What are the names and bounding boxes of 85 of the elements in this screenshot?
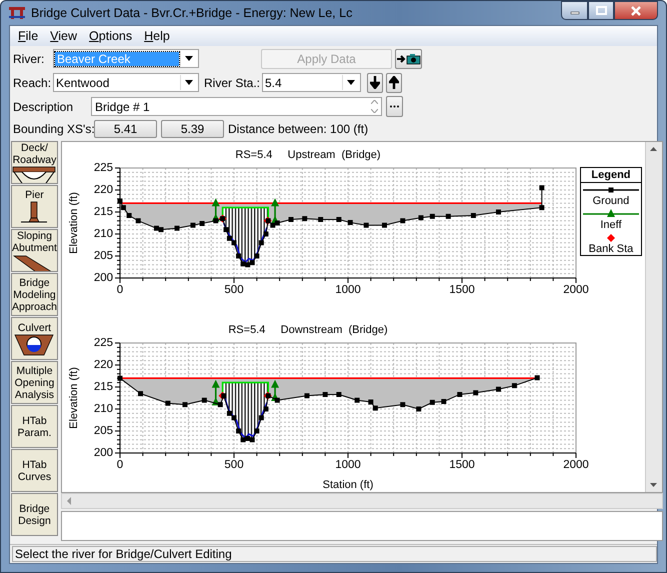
legend-label: Ground <box>592 195 630 207</box>
tick-label: 210 <box>94 403 113 415</box>
chart-title: RS=5.4 Upstream (Bridge) <box>235 149 381 161</box>
app-icon <box>9 6 25 20</box>
editor-button[interactable]: HTab Param. <box>11 405 58 448</box>
down-arrow-button[interactable] <box>367 72 383 92</box>
legend-label: Bank Sta <box>588 243 634 255</box>
description-field[interactable]: Bridge # 1 <box>91 97 382 116</box>
minimize-button[interactable] <box>561 1 588 20</box>
tick-label: 1000 <box>335 284 361 296</box>
legend-title: Legend <box>580 168 641 183</box>
y-axis-label: Elevation (ft) <box>68 192 80 254</box>
dropdown-field[interactable]: Kentwood <box>53 73 199 92</box>
tick-label: 200 <box>94 272 113 284</box>
dropdown-arrow-icon <box>185 80 193 85</box>
tick-label: 500 <box>224 284 244 296</box>
tick-label: 225 <box>94 162 113 174</box>
horizontal-scrollbar[interactable] <box>60 493 663 509</box>
up-arrow-icon <box>389 76 399 89</box>
tick-label: 200 <box>94 447 113 459</box>
down-arrow-icon <box>370 76 380 89</box>
editor-button[interactable]: Bridge Modeling Approach <box>11 273 58 316</box>
tick-label: 225 <box>94 337 113 349</box>
status-text: Select the river for Bridge/Culvert Editing <box>12 546 657 562</box>
field-label: Reach: <box>13 76 52 90</box>
tick-label: 220 <box>94 184 113 196</box>
tick-label: 2000 <box>563 284 589 296</box>
editor-button[interactable]: Bridge Design <box>11 493 58 536</box>
field-label: River Sta.: <box>204 76 262 90</box>
notes-field[interactable] <box>60 511 663 541</box>
x-axis-label: Station (ft) <box>322 479 374 491</box>
up-arrow-button[interactable] <box>386 72 402 92</box>
menu-item[interactable]: Options <box>83 28 138 44</box>
cross-section-button[interactable]: 5.39 <box>161 120 224 138</box>
legend-label: Ineff <box>600 219 622 231</box>
close-icon <box>630 6 642 16</box>
legend-symbol-icon <box>606 233 616 243</box>
vertical-scrollbar[interactable] <box>644 142 662 492</box>
y-axis-label: Elevation (ft) <box>68 367 80 429</box>
tick-label: 0 <box>116 284 124 296</box>
spin-down-icon[interactable] <box>370 108 378 113</box>
pier-icon <box>19 200 50 224</box>
spin-up-icon[interactable] <box>370 100 378 104</box>
tick-label: 220 <box>94 359 113 371</box>
tick-label: 215 <box>94 206 113 218</box>
tick-label: 215 <box>94 381 113 393</box>
more-button[interactable] <box>386 96 403 117</box>
tick-label: 210 <box>94 228 113 240</box>
editor-button[interactable]: Pier <box>11 185 58 228</box>
dropdown-field[interactable]: 5.4 <box>262 73 361 92</box>
field-label: Description <box>13 100 74 114</box>
legend-symbol-icon <box>582 185 639 195</box>
arrow-camera-icon <box>396 52 420 64</box>
tick-label: 205 <box>94 250 113 262</box>
dropdown-arrow-icon <box>185 56 193 61</box>
field-label: Bounding XS's: <box>13 122 94 136</box>
field-label: River: <box>13 52 46 66</box>
tick-label: 1500 <box>449 284 475 296</box>
tick-label: 2000 <box>563 459 589 472</box>
dropdown-arrow-icon <box>347 80 355 85</box>
maximize-button[interactable] <box>588 1 614 20</box>
tick-label: 1000 <box>335 459 361 472</box>
editor-button[interactable]: Multiple Opening Analysis <box>11 361 58 404</box>
menu-item[interactable]: Help <box>138 28 176 44</box>
editor-button[interactable]: Culvert <box>11 317 58 360</box>
chart-title: RS=5.4 Downstream (Bridge) <box>228 324 388 336</box>
culvert-icon <box>14 334 54 356</box>
cross-section-button[interactable]: 5.41 <box>94 120 157 138</box>
editor-button[interactable]: Sloping Abutment <box>11 229 58 272</box>
distance-text: Distance between: 100 (ft) <box>228 122 368 136</box>
menu-item[interactable]: View <box>44 28 84 44</box>
tick-label: 500 <box>224 459 244 472</box>
editor-button[interactable]: HTab Curves <box>11 449 58 492</box>
tick-label: 205 <box>94 425 113 437</box>
maximize-icon <box>596 6 606 15</box>
tick-label: 1500 <box>449 459 475 472</box>
editor-button[interactable]: Deck/ Roadway <box>11 141 58 184</box>
menu-item[interactable]: File <box>12 28 44 44</box>
window-title: Bridge Culvert Data - Bvr.Cr.+Bridge - Energy: New Le, Lc <box>31 6 354 20</box>
ellipsis-icon <box>390 105 399 108</box>
close-button[interactable] <box>614 1 658 20</box>
legend-symbol-icon <box>582 209 639 219</box>
tick-label: 0 <box>116 459 124 472</box>
camera-button[interactable] <box>395 48 422 68</box>
deck-icon <box>12 166 56 183</box>
